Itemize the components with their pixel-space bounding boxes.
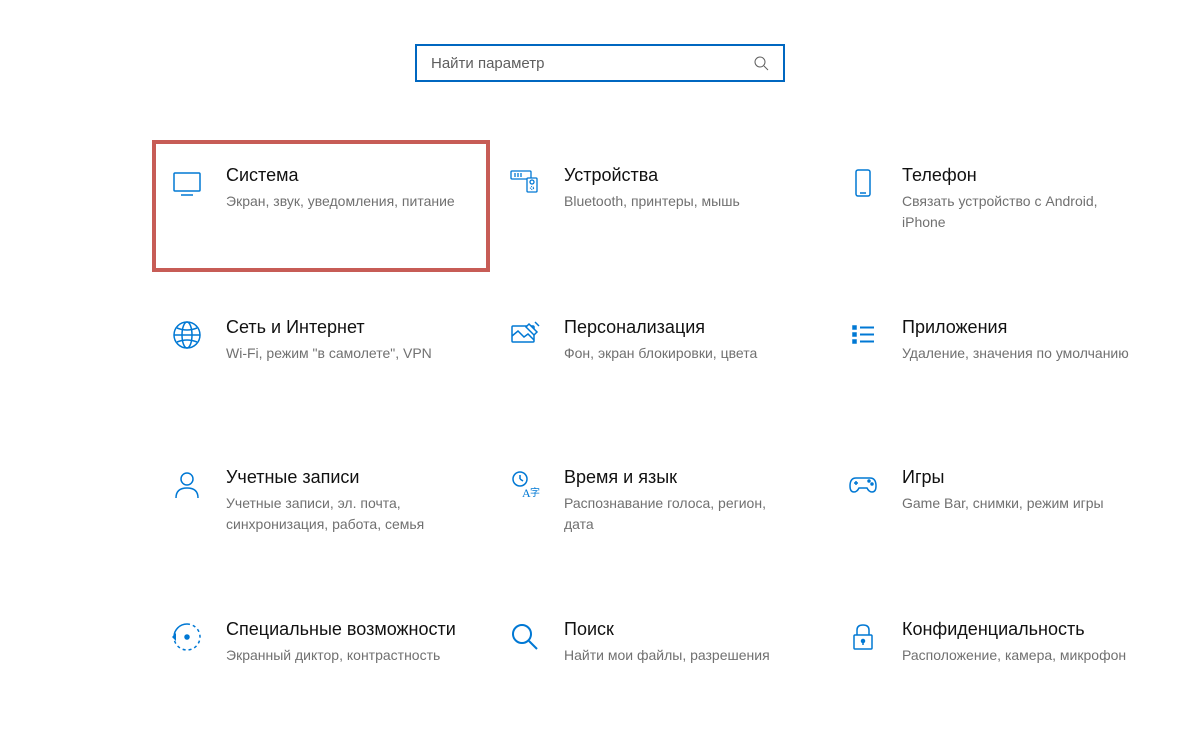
category-text: Система Экран, звук, уведомления, питани…: [226, 164, 472, 212]
accounts-icon: [170, 468, 204, 502]
personalization-icon: [508, 318, 542, 352]
category-text: Поиск Найти мои файлы, разрешения: [564, 618, 810, 666]
category-text: Специальные возможности Экранный диктор,…: [226, 618, 472, 666]
category-desc: Game Bar, снимки, режим игры: [902, 493, 1134, 513]
category-gaming[interactable]: Игры Game Bar, снимки, режим игры: [828, 442, 1166, 574]
category-desc: Расположение, камера, микрофон: [902, 645, 1134, 665]
category-desc: Удаление, значения по умолчанию: [902, 343, 1134, 363]
category-text: Приложения Удаление, значения по умолчан…: [902, 316, 1148, 364]
category-title: Телефон: [902, 164, 1134, 187]
search-container: [0, 0, 1200, 140]
category-desc: Фон, экран блокировки, цвета: [564, 343, 796, 363]
accessibility-icon: [170, 620, 204, 654]
category-text: Конфиденциальность Расположение, камера,…: [902, 618, 1148, 666]
search-box[interactable]: [415, 44, 785, 82]
gaming-icon: [846, 468, 880, 502]
category-text: Игры Game Bar, снимки, режим игры: [902, 466, 1148, 514]
category-network[interactable]: Сеть и Интернет Wi-Fi, режим "в самолете…: [152, 292, 490, 422]
svg-text:字: 字: [530, 486, 540, 499]
category-system[interactable]: Система Экран, звук, уведомления, питани…: [152, 140, 490, 272]
category-accounts[interactable]: Учетные записи Учетные записи, эл. почта…: [152, 442, 490, 574]
category-text: Время и язык Распознавание голоса, регио…: [564, 466, 810, 534]
category-devices[interactable]: Устройства Bluetooth, принтеры, мышь: [490, 140, 828, 272]
category-text: Сеть и Интернет Wi-Fi, режим "в самолете…: [226, 316, 472, 364]
category-apps[interactable]: Приложения Удаление, значения по умолчан…: [828, 292, 1166, 422]
category-title: Поиск: [564, 618, 796, 641]
category-desc: Учетные записи, эл. почта, синхронизация…: [226, 493, 458, 534]
category-time-language[interactable]: A 字 Время и язык Распознавание голоса, р…: [490, 442, 828, 574]
category-desc: Bluetooth, принтеры, мышь: [564, 191, 796, 211]
category-text: Персонализация Фон, экран блокировки, цв…: [564, 316, 810, 364]
category-title: Персонализация: [564, 316, 796, 339]
category-desc: Экранный диктор, контрастность: [226, 645, 458, 665]
category-desc: Экран, звук, уведомления, питание: [226, 191, 458, 211]
category-title: Время и язык: [564, 466, 796, 489]
category-text: Учетные записи Учетные записи, эл. почта…: [226, 466, 472, 534]
category-title: Специальные возможности: [226, 618, 458, 641]
search-input[interactable]: [431, 55, 745, 72]
category-personalization[interactable]: Персонализация Фон, экран блокировки, цв…: [490, 292, 828, 422]
category-text: Телефон Связать устройство с Android, iP…: [902, 164, 1148, 232]
system-icon: [170, 166, 204, 200]
category-title: Устройства: [564, 164, 796, 187]
category-phone[interactable]: Телефон Связать устройство с Android, iP…: [828, 140, 1166, 272]
category-desc: Связать устройство с Android, iPhone: [902, 191, 1134, 232]
category-title: Игры: [902, 466, 1134, 489]
search-icon: [753, 55, 769, 71]
phone-icon: [846, 166, 880, 200]
category-desc: Распознавание голоса, регион, дата: [564, 493, 796, 534]
devices-icon: [508, 166, 542, 200]
apps-icon: [846, 318, 880, 352]
time-language-icon: A 字: [508, 468, 542, 502]
category-title: Приложения: [902, 316, 1134, 339]
category-accessibility[interactable]: Специальные возможности Экранный диктор,…: [152, 594, 490, 724]
category-search[interactable]: Поиск Найти мои файлы, разрешения: [490, 594, 828, 724]
category-title: Сеть и Интернет: [226, 316, 458, 339]
category-desc: Найти мои файлы, разрешения: [564, 645, 796, 665]
privacy-icon: [846, 620, 880, 654]
categories-grid: Система Экран, звук, уведомления, питани…: [118, 140, 1200, 724]
category-privacy[interactable]: Конфиденциальность Расположение, камера,…: [828, 594, 1166, 724]
globe-icon: [170, 318, 204, 352]
category-title: Учетные записи: [226, 466, 458, 489]
search-category-icon: [508, 620, 542, 654]
category-title: Система: [226, 164, 458, 187]
category-desc: Wi-Fi, режим "в самолете", VPN: [226, 343, 458, 363]
category-text: Устройства Bluetooth, принтеры, мышь: [564, 164, 810, 212]
category-title: Конфиденциальность: [902, 618, 1134, 641]
